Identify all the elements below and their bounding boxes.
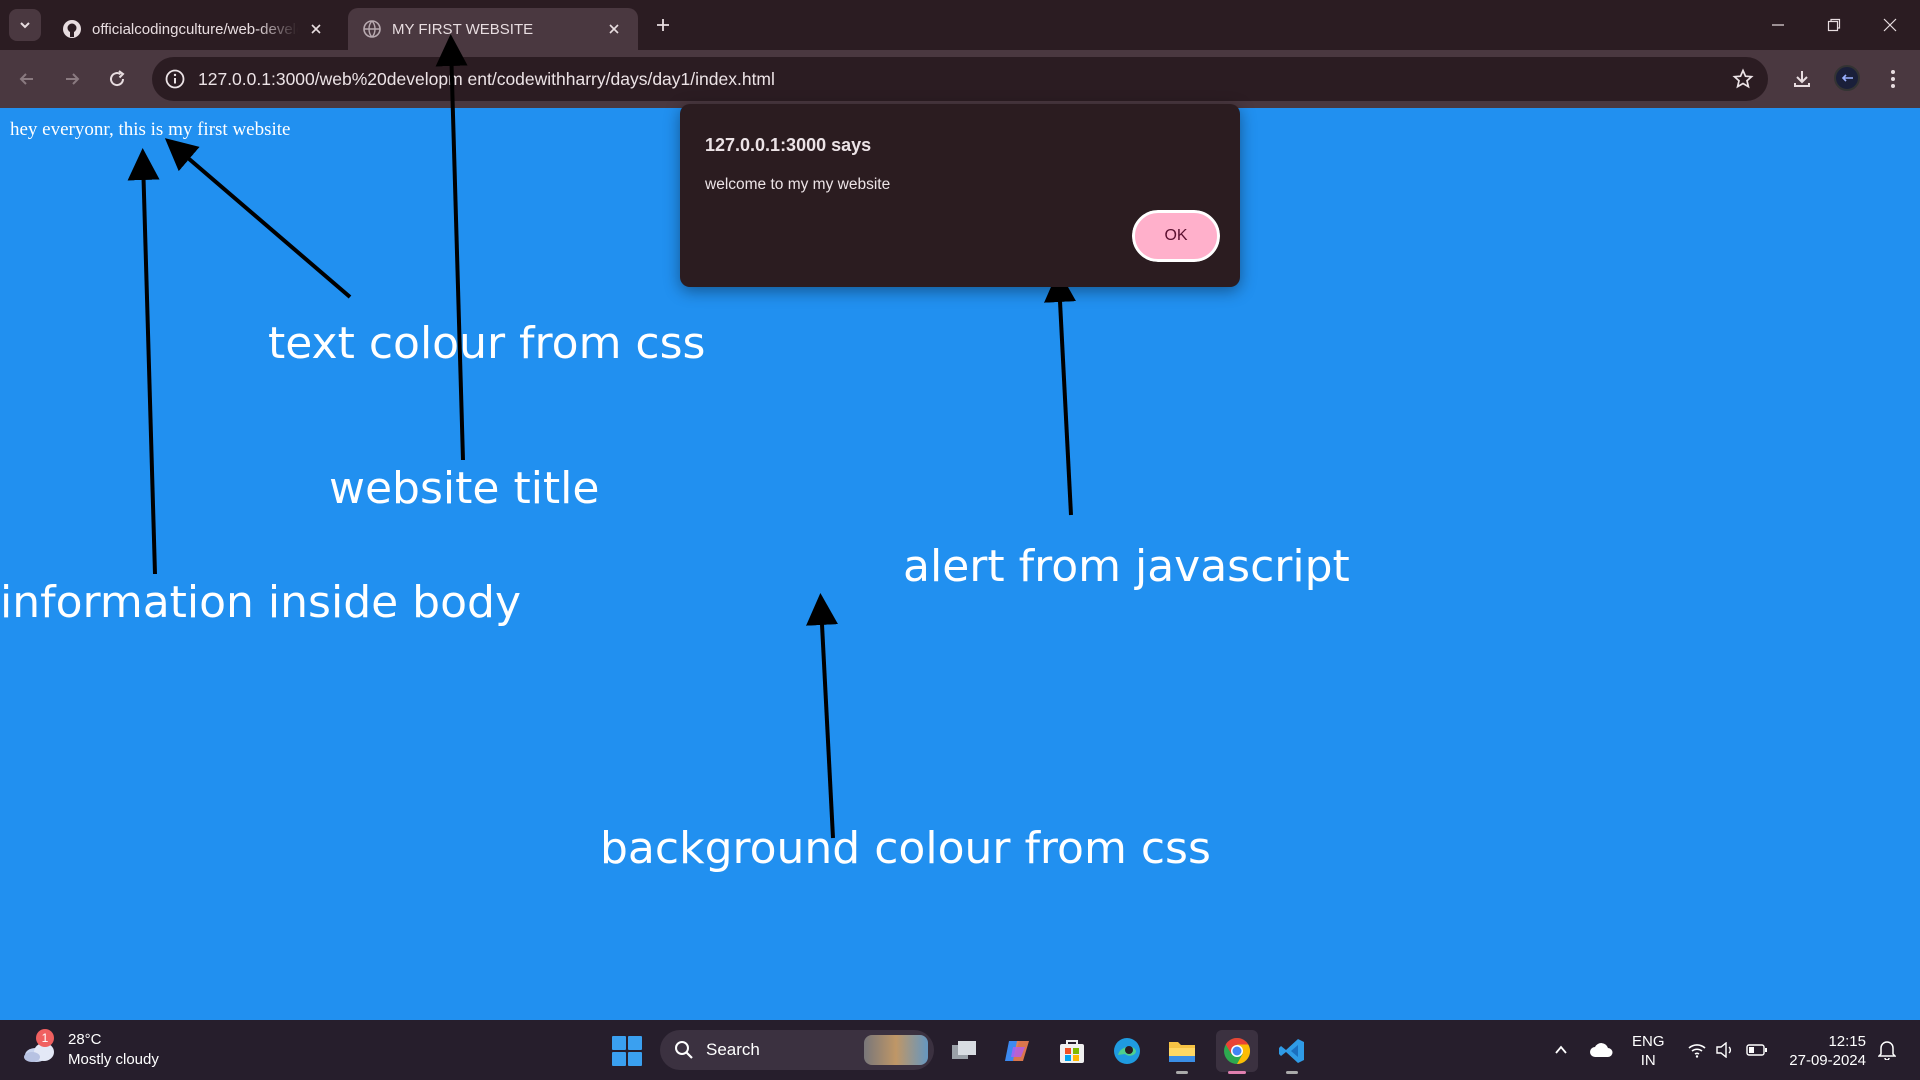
microsoft-store-icon <box>1060 1040 1084 1063</box>
onedrive-button[interactable] <box>1586 1020 1616 1080</box>
more-vertical-icon <box>1891 70 1895 88</box>
minimize-icon <box>1772 24 1784 26</box>
volume-button[interactable] <box>1712 1020 1738 1080</box>
weather-widget[interactable]: 1 28°C Mostly cloudy <box>22 1029 159 1070</box>
site-info-icon[interactable] <box>164 68 186 90</box>
task-view-icon <box>952 1041 976 1059</box>
start-button[interactable] <box>612 1036 642 1066</box>
back-button[interactable] <box>10 62 44 96</box>
arrow-alert <box>1044 270 1077 516</box>
arrow-right-icon <box>66 73 80 85</box>
taskbar: 1 28°C Mostly cloudy Search ENG IN 12:15… <box>0 1020 1920 1080</box>
menu-button[interactable] <box>1876 62 1910 96</box>
profile-avatar[interactable] <box>1834 65 1860 91</box>
search-icon <box>675 1041 693 1059</box>
page-body-text: hey everyonr, this is my first website <box>10 119 291 140</box>
cloud-icon <box>1590 1043 1613 1057</box>
github-icon <box>63 20 81 38</box>
lang-line1: ENG <box>1632 1033 1665 1050</box>
annotation-text-colour: text colour from css <box>268 318 706 369</box>
close-icon <box>1883 18 1897 32</box>
downloads-button[interactable] <box>1785 62 1819 96</box>
plus-icon <box>657 19 669 31</box>
taskbar-search[interactable]: Search <box>660 1030 934 1070</box>
arrow-text-colour <box>164 138 352 299</box>
restore-icon <box>1827 18 1841 32</box>
ok-button[interactable]: OK <box>1130 208 1222 264</box>
folder-icon <box>1169 1042 1195 1062</box>
address-bar[interactable]: 127.0.0.1:3000/web%20developm ent/codewi… <box>152 57 1768 101</box>
windows-logo-icon <box>612 1036 626 1050</box>
bookmark-star-icon[interactable] <box>1732 68 1754 90</box>
wifi-button[interactable] <box>1684 1020 1710 1080</box>
wifi-icon <box>1688 1044 1706 1058</box>
language-indicator[interactable]: ENG IN <box>1632 1032 1665 1070</box>
clock-date: 27-09-2024 <box>1789 1052 1866 1069</box>
tab-github[interactable]: officialcodingculture/web-development <box>48 8 340 50</box>
tab-my-first-website[interactable]: MY FIRST WEBSITE <box>348 8 638 50</box>
annotation-body-info: information inside body <box>0 577 521 628</box>
search-highlight-image <box>864 1035 928 1065</box>
url-text: 127.0.0.1:3000/web%20developm ent/codewi… <box>198 68 775 89</box>
download-icon <box>1794 71 1810 87</box>
lang-line2: IN <box>1640 1052 1656 1069</box>
chevron-down-icon <box>20 22 30 29</box>
task-view-button[interactable] <box>943 1030 985 1072</box>
alert-message: welcome to my my website <box>705 176 891 193</box>
cloudy-weather-icon: 1 <box>22 1029 58 1065</box>
copilot-icon <box>1005 1041 1029 1061</box>
reload-icon <box>110 70 125 87</box>
file-explorer-button[interactable] <box>1161 1030 1203 1074</box>
profile-icon <box>1841 74 1853 82</box>
vscode-button[interactable] <box>1271 1030 1313 1074</box>
reload-button[interactable] <box>100 62 134 96</box>
close-tab-icon[interactable] <box>306 19 326 39</box>
alert-heading: 127.0.0.1:3000 says <box>705 135 872 155</box>
annotation-background: background colour from css <box>600 823 1211 874</box>
speaker-icon <box>1716 1042 1731 1058</box>
battery-button[interactable] <box>1742 1020 1772 1080</box>
clock[interactable]: 12:15 27-09-2024 <box>1786 1032 1866 1070</box>
search-label: Search <box>706 1040 760 1059</box>
weather-condition: Mostly cloudy <box>68 1051 159 1068</box>
alert-dialog: 127.0.0.1:3000 says welcome to my my web… <box>680 104 1240 287</box>
annotation-website-title: website title <box>329 463 600 514</box>
close-tab-icon[interactable] <box>604 19 624 39</box>
browser-toolbar: 127.0.0.1:3000/web%20developm ent/codewi… <box>0 50 1920 108</box>
vscode-icon <box>1279 1039 1304 1063</box>
notifications-button[interactable] <box>1874 1020 1900 1080</box>
arrow-left-icon <box>19 73 33 85</box>
globe-icon <box>363 20 381 38</box>
weather-badge: 1 <box>36 1029 54 1047</box>
chrome-icon <box>1224 1037 1251 1065</box>
tab-title: officialcodingculture/web-development <box>92 20 298 38</box>
copilot-button[interactable] <box>997 1030 1039 1072</box>
tab-title: MY FIRST WEBSITE <box>392 20 534 38</box>
arrow-background <box>806 593 839 839</box>
show-hidden-icons-button[interactable] <box>1548 1020 1574 1080</box>
arrow-body-info <box>127 148 160 575</box>
close-window-button[interactable] <box>1862 0 1918 50</box>
clock-time: 12:15 <box>1828 1033 1866 1050</box>
tab-strip: officialcodingculture/web-development MY… <box>0 0 1920 50</box>
arrow-website-title <box>435 34 468 461</box>
edge-icon <box>1114 1038 1140 1064</box>
battery-icon <box>1746 1044 1767 1056</box>
weather-temp: 28°C <box>68 1031 102 1048</box>
edge-button[interactable] <box>1106 1030 1148 1072</box>
forward-button[interactable] <box>55 62 89 96</box>
annotation-alert: alert from javascript <box>903 541 1350 592</box>
restore-button[interactable] <box>1806 0 1862 50</box>
microsoft-store-button[interactable] <box>1051 1030 1093 1072</box>
new-tab-button[interactable] <box>650 12 676 38</box>
chrome-button[interactable] <box>1216 1030 1258 1074</box>
minimize-button[interactable] <box>1750 0 1806 50</box>
tab-search-button[interactable] <box>9 9 41 41</box>
bell-icon <box>1878 1041 1896 1060</box>
chevron-up-icon <box>1555 1045 1567 1054</box>
